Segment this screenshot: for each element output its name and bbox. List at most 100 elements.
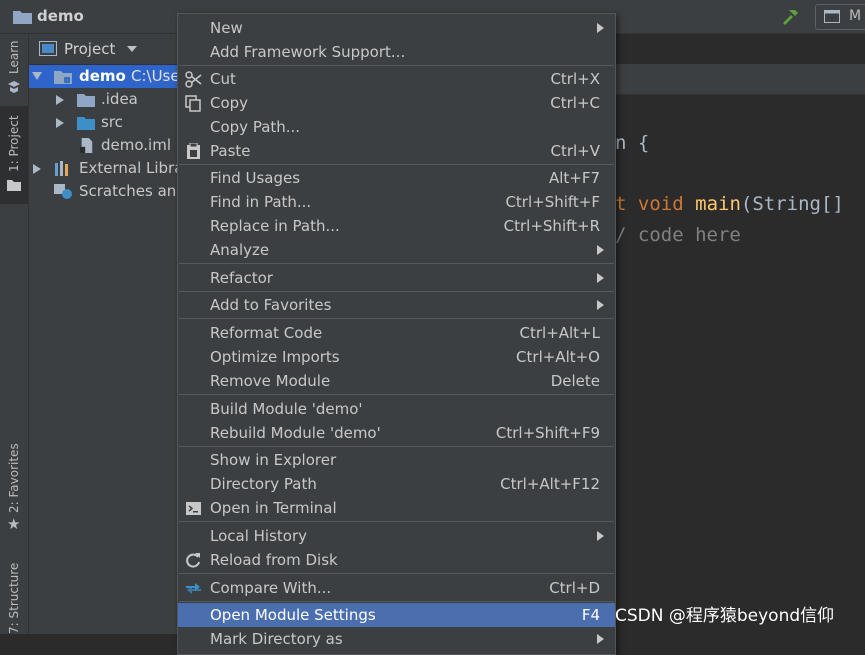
menu-item-label: Open in Terminal — [210, 499, 337, 517]
menu-item-label: Find in Path... — [210, 193, 312, 211]
menu-item-label: Build Module 'demo' — [210, 400, 363, 418]
menu-item-label: Mark Directory as — [210, 630, 343, 648]
tree-item-scratches[interactable]: Scratches and — [29, 180, 178, 203]
menu-item-directory-path[interactable]: Directory Path Ctrl+Alt+F12 — [178, 472, 615, 496]
menu-item-shortcut: Ctrl+Alt+O — [516, 348, 600, 366]
tree-item-label: .idea — [101, 90, 138, 108]
menu-item-label: Remove Module — [210, 372, 331, 390]
menu-item-label: Reformat Code — [210, 324, 323, 342]
tree-item-path: C:\Use — [131, 67, 178, 85]
learn-icon — [8, 81, 20, 93]
menu-item-shortcut: Ctrl+Shift+F9 — [495, 424, 600, 442]
menu-item-add-to-favorites[interactable]: Add to Favorites — [178, 293, 615, 317]
menu-item-label: Paste — [210, 142, 251, 160]
menu-separator — [179, 318, 614, 319]
menu-separator — [179, 65, 614, 66]
tree-item-demo-iml[interactable]: demo.iml — [29, 134, 178, 157]
menu-item-refactor[interactable]: Refactor — [178, 266, 615, 290]
tab-favorites-label: 2: Favorites — [7, 443, 21, 513]
menu-item-show-in-explorer[interactable]: Show in Explorer — [178, 448, 615, 472]
reload-icon — [186, 553, 200, 568]
library-icon — [55, 161, 68, 176]
menu-item-new[interactable]: New — [178, 16, 615, 40]
menu-item-add-framework-support[interactable]: Add Framework Support... — [178, 40, 615, 64]
menu-item-open-module-settings[interactable]: Open Module Settings F4 — [178, 603, 615, 627]
menu-item-local-history[interactable]: Local History — [178, 524, 615, 548]
menu-item-label: Refactor — [210, 269, 273, 287]
menu-item-shortcut: Ctrl+Shift+R — [503, 217, 600, 235]
menu-separator — [179, 446, 614, 447]
tree-item-src[interactable]: src — [29, 111, 178, 134]
menu-item-label: Open Module Settings — [210, 606, 376, 624]
menu-item-reformat-code[interactable]: Reformat Code Ctrl+Alt+L — [178, 321, 615, 345]
window-icon — [824, 10, 840, 23]
menu-item-compare-with[interactable]: Compare With... Ctrl+D — [178, 576, 615, 600]
tab-project-label: 1: Project — [7, 115, 21, 172]
menu-item-replace-in-path[interactable]: Replace in Path... Ctrl+Shift+R — [178, 214, 615, 238]
menu-item-label: Copy Path... — [210, 118, 301, 136]
scratches-icon — [54, 184, 72, 199]
menu-item-shortcut: Delete — [550, 372, 600, 390]
menu-item-shortcut: Ctrl+V — [550, 142, 600, 160]
terminal-icon — [186, 502, 201, 515]
scissors-icon — [185, 71, 202, 88]
project-panel-header[interactable]: Project — [29, 34, 178, 65]
menu-item-label: Add Framework Support... — [210, 43, 406, 61]
clipboard-icon — [187, 143, 200, 159]
tab-favorites[interactable]: 2: Favorites ★ — [0, 439, 28, 539]
tab-structure-label: 7: Structure — [7, 562, 21, 634]
menu-item-label: Compare With... — [210, 579, 332, 597]
tab-structure[interactable]: 7: Structure — [0, 554, 28, 634]
menu-item-shortcut: Ctrl+Shift+F — [505, 193, 600, 211]
menu-separator — [179, 573, 614, 574]
folder-icon — [13, 11, 32, 24]
menu-item-paste[interactable]: Paste Ctrl+V — [178, 139, 615, 163]
menu-separator — [179, 164, 614, 165]
code-editor[interactable]: n { t void main(String[] / code here — [613, 95, 865, 634]
menu-item-build-module[interactable]: Build Module 'demo' — [178, 397, 615, 421]
menu-item-analyze[interactable]: Analyze — [178, 238, 615, 262]
tree-item-external-libraries[interactable]: External Libra — [29, 157, 178, 180]
expand-arrow-icon[interactable] — [32, 72, 42, 80]
menu-separator — [179, 291, 614, 292]
menu-item-find-usages[interactable]: Find Usages Alt+F7 — [178, 166, 615, 190]
star-icon: ★ — [7, 515, 21, 533]
menu-item-label: Cut — [210, 70, 236, 88]
tree-item-idea[interactable]: .idea — [29, 88, 178, 111]
file-icon — [79, 138, 93, 153]
menu-item-optimize-imports[interactable]: Optimize Imports Ctrl+Alt+O — [178, 345, 615, 369]
expand-arrow-icon[interactable] — [33, 164, 41, 174]
code-keyword: void — [637, 193, 684, 215]
chevron-down-icon[interactable] — [127, 46, 137, 52]
submenu-arrow-icon — [597, 531, 604, 541]
tab-learn[interactable]: Learn — [0, 34, 28, 98]
menu-item-copy-path[interactable]: Copy Path... — [178, 115, 615, 139]
menu-item-shortcut: F4 — [581, 606, 600, 624]
menu-item-label: Rebuild Module 'demo' — [210, 424, 381, 442]
menu-item-copy[interactable]: Copy Ctrl+C — [178, 91, 615, 115]
context-menu: New Add Framework Support... Cut Ctrl+X C… — [177, 13, 616, 655]
tab-project[interactable]: 1: Project — [0, 106, 28, 204]
run-configuration-dropdown[interactable]: M — [815, 4, 865, 30]
menu-item-cut[interactable]: Cut Ctrl+X — [178, 67, 615, 91]
code-comment: / code here — [615, 224, 741, 246]
project-title[interactable]: demo — [37, 7, 84, 25]
menu-item-remove-module[interactable]: Remove Module Delete — [178, 369, 615, 393]
tree-item-label: demo.iml — [101, 136, 171, 154]
tree-item-demo[interactable]: demo C:\Use — [29, 65, 178, 88]
expand-arrow-icon[interactable] — [56, 118, 64, 128]
menu-item-rebuild-module[interactable]: Rebuild Module 'demo' Ctrl+Shift+F9 — [178, 421, 615, 445]
menu-item-open-in-terminal[interactable]: Open in Terminal — [178, 496, 615, 520]
code-line-class: n { — [615, 132, 650, 154]
submenu-arrow-icon — [597, 634, 604, 644]
menu-item-label: Analyze — [210, 241, 270, 259]
menu-item-reload-from-disk[interactable]: Reload from Disk — [178, 548, 615, 572]
watermark: CSDN @程序猿beyond信仰 — [615, 606, 835, 626]
menu-item-label: Replace in Path... — [210, 217, 340, 235]
build-hammer-icon[interactable] — [779, 6, 801, 28]
menu-item-mark-directory-as[interactable]: Mark Directory as — [178, 627, 615, 651]
tree-item-label: demo — [79, 67, 126, 85]
menu-item-label: New — [210, 19, 243, 37]
menu-item-find-in-path[interactable]: Find in Path... Ctrl+Shift+F — [178, 190, 615, 214]
expand-arrow-icon[interactable] — [56, 95, 64, 105]
